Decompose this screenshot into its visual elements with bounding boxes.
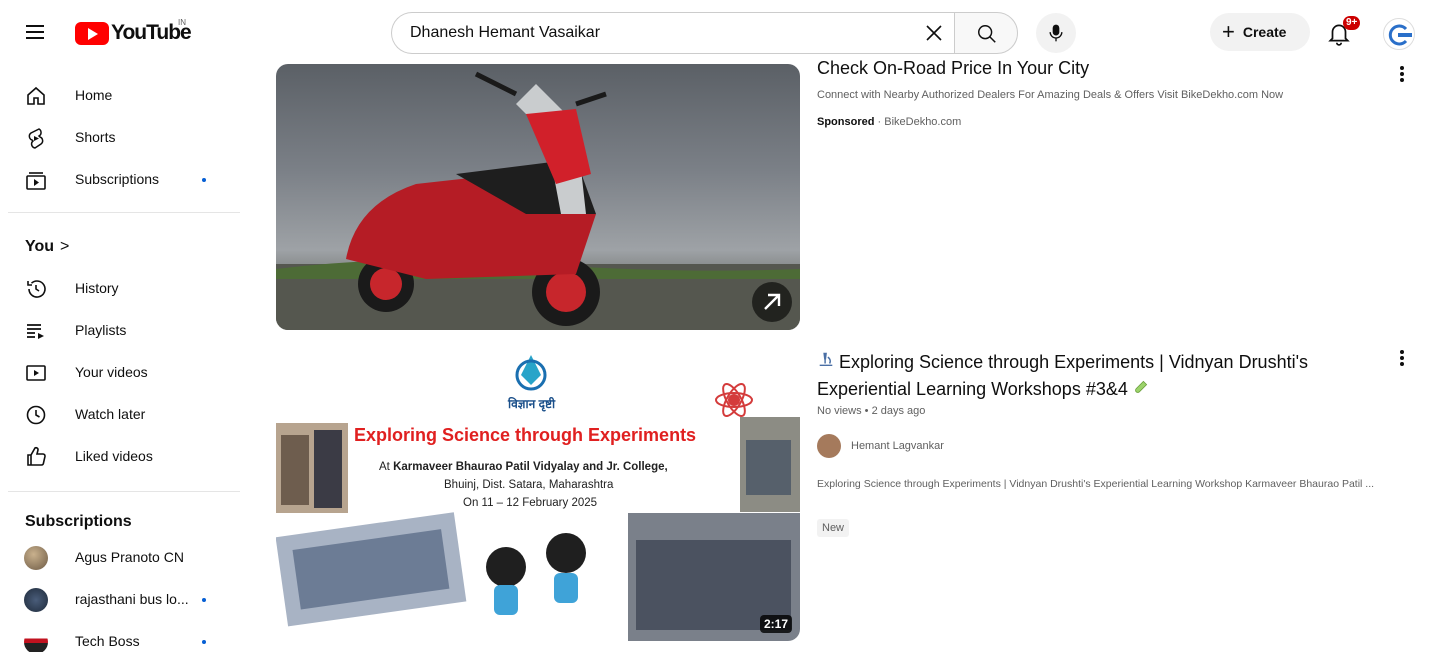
history-icon: [27, 280, 46, 298]
avatar: [24, 588, 48, 612]
sponsored-label: Sponsored · BikeDekho.com: [817, 116, 961, 128]
thumbnail-org-name: विज्ञान दृष्टी: [508, 397, 556, 411]
open-link-button[interactable]: [752, 282, 792, 322]
shorts-icon: [28, 128, 44, 149]
sidebar-item-subscription[interactable]: rajasthani bus lo...: [12, 580, 238, 620]
sidebar-item-playlists[interactable]: Playlists: [12, 311, 238, 351]
subscriptions-icon: [26, 172, 46, 190]
search-query: Dhanesh Hemant Vasaikar: [410, 24, 601, 41]
sidebar-item-label: Subscriptions: [75, 171, 160, 187]
video-duration: 2:17: [759, 615, 792, 633]
more-actions-icon[interactable]: [1396, 348, 1408, 368]
thumbnail-artwork: [276, 355, 800, 641]
ad-thumbnail[interactable]: [276, 64, 800, 330]
playlists-icon: [27, 324, 44, 339]
sidebar-item-subscription[interactable]: Agus Pranoto CN: [12, 538, 238, 578]
video-thumbnail[interactable]: विज्ञान दृष्टी Exploring Science through…: [276, 345, 800, 641]
account-logo-icon: [1388, 24, 1412, 46]
menu-icon[interactable]: [24, 21, 48, 45]
thumbnail-venue: At Karmaveer Bhaurao Patil Vidyalay and …: [379, 461, 668, 473]
new-content-dot: [202, 178, 206, 182]
arrow-up-right-icon: [764, 293, 781, 310]
sidebar-item-shorts[interactable]: Shorts: [12, 118, 238, 158]
create-label: Create: [1242, 24, 1287, 40]
youtube-play-icon: [75, 21, 109, 45]
thumbnail-location: Bhuinj, Dist. Satara, Maharashtra: [444, 479, 614, 491]
video-meta: No views • 2 days ago: [817, 405, 926, 417]
sidebar-item-label: Liked videos: [75, 448, 153, 464]
sidebar-item-label: Agus Pranoto CN: [75, 549, 184, 565]
sidebar-item-label: Tech Boss: [75, 633, 140, 649]
sidebar-item-home[interactable]: Home: [12, 76, 238, 116]
watch-later-icon: [26, 405, 46, 425]
sidebar-item-subscriptions[interactable]: Subscriptions: [12, 160, 238, 200]
clear-icon[interactable]: [922, 21, 946, 45]
sidebar-item-your-videos[interactable]: Your videos: [12, 353, 238, 393]
avatar: [817, 434, 841, 458]
account-avatar[interactable]: [1383, 18, 1415, 50]
new-content-dot: [202, 598, 206, 602]
sidebar: Home Shorts Subscriptions You > History P…: [0, 64, 250, 652]
chevron-right-icon: >: [60, 238, 70, 255]
home-icon: [27, 86, 45, 105]
search-icon: [978, 25, 996, 43]
sidebar-item-liked-videos[interactable]: Liked videos: [12, 437, 238, 477]
avatar: [24, 630, 48, 652]
sidebar-item-history[interactable]: History: [12, 269, 238, 309]
notifications-badge: 9+: [1343, 16, 1361, 30]
video-title-text: Exploring Science through Experiments | …: [817, 352, 1309, 399]
masthead: YouTube IN Dhanesh Hemant Vasaikar + Cre…: [0, 0, 1437, 64]
new-badge: New: [817, 519, 850, 537]
voice-search-button[interactable]: [1036, 13, 1076, 53]
new-content-dot: [202, 640, 206, 644]
logo-region: IN: [178, 18, 186, 27]
plus-icon: +: [1222, 19, 1235, 44]
video-description: Exploring Science through Experiments | …: [817, 478, 1375, 490]
you-section-title: You: [25, 238, 55, 255]
more-actions-icon[interactable]: [1396, 64, 1408, 84]
scooter-image: [276, 71, 800, 330]
thumbnail-dates: On 11 – 12 February 2025: [463, 497, 598, 509]
channel-link[interactable]: Hemant Lagvankar: [817, 434, 944, 458]
sponsored-tag: Sponsored: [817, 116, 875, 128]
avatar: [24, 546, 48, 570]
you-section-heading[interactable]: You >: [25, 238, 69, 256]
thumbnail-venue-prefix: At: [379, 461, 394, 473]
subscriptions-section-heading: Subscriptions: [25, 513, 132, 530]
sidebar-item-watch-later[interactable]: Watch later: [12, 395, 238, 435]
sidebar-item-label: Watch later: [75, 406, 146, 422]
sidebar-item-label: History: [75, 280, 119, 296]
microscope-icon: [817, 349, 839, 376]
sidebar-item-label: Playlists: [75, 322, 127, 338]
test-tube-icon: [1133, 376, 1151, 403]
sidebar-item-label: Home: [75, 87, 113, 103]
your-videos-icon: [26, 365, 46, 381]
ad-source: · BikeDekho.com: [874, 116, 962, 128]
thumbnail-heading: Exploring Science through Experiments: [354, 425, 697, 445]
search-button[interactable]: [954, 12, 1018, 54]
sidebar-divider: [8, 212, 240, 213]
ad-title[interactable]: Check On-Road Price In Your City: [817, 58, 1089, 79]
liked-videos-icon: [27, 446, 46, 466]
channel-name: Hemant Lagvankar: [851, 440, 944, 452]
sidebar-item-label: rajasthani bus lo...: [75, 591, 189, 607]
sidebar-item-subscription[interactable]: Tech Boss: [12, 622, 238, 652]
create-button[interactable]: + Create: [1210, 13, 1310, 51]
youtube-logo[interactable]: YouTube IN: [75, 18, 192, 45]
thumbnail-venue-name: Karmaveer Bhaurao Patil Vidyalay and Jr.…: [393, 461, 668, 473]
video-title[interactable]: Exploring Science through Experiments | …: [817, 349, 1377, 403]
mic-icon: [1049, 24, 1063, 42]
search-input[interactable]: Dhanesh Hemant Vasaikar: [391, 12, 954, 54]
ad-description: Connect with Nearby Authorized Dealers F…: [817, 89, 1284, 101]
sidebar-divider: [8, 491, 240, 492]
sidebar-item-label: Your videos: [75, 364, 148, 380]
sidebar-item-label: Shorts: [75, 129, 116, 145]
